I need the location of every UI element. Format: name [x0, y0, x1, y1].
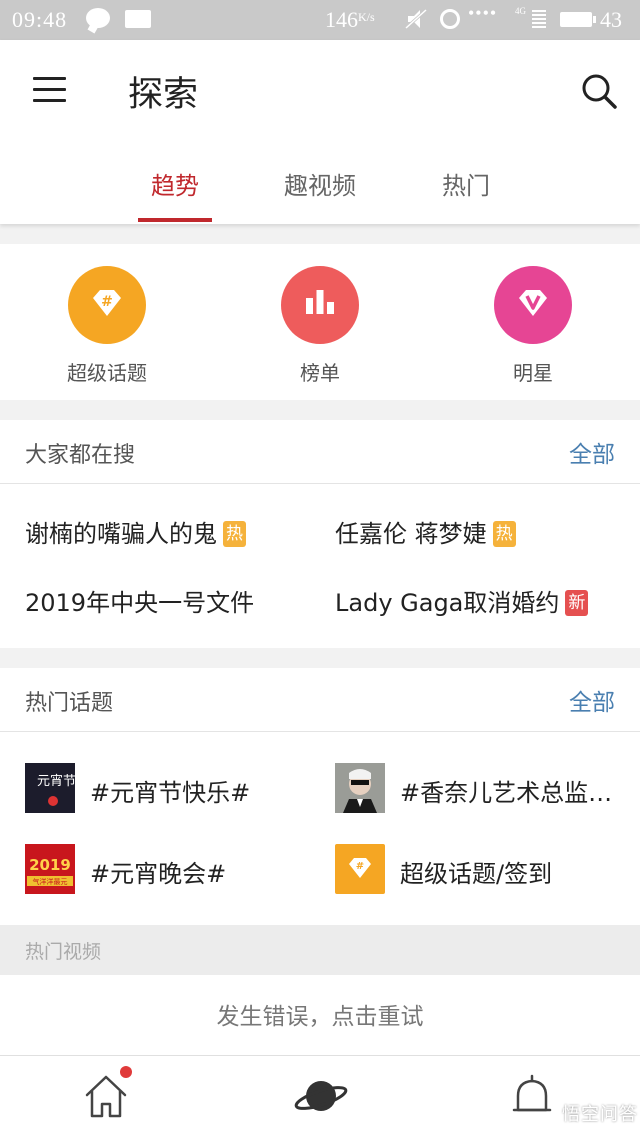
page-title: 探索: [128, 75, 199, 115]
topic-item[interactable]: 2019 气洋洋最元 #元宵晚会#: [25, 844, 305, 894]
tab-trend[interactable]: 趋势: [120, 166, 230, 201]
lantern-festival-thumbnail: 元宵节: [25, 763, 76, 813]
status-bar: 09:48 146K/s •••• 4G 43: [0, 0, 640, 40]
hashtag-diamond-icon: #: [335, 844, 385, 894]
section-title: 热门视频: [25, 941, 102, 963]
svg-text:#: #: [101, 294, 113, 310]
chat-icon: [86, 8, 110, 28]
signal-type: 4G: [515, 6, 526, 16]
hot-videos-header: 热门视频: [0, 925, 640, 975]
battery-percent: 43: [600, 7, 622, 32]
search-icon[interactable]: [580, 72, 618, 110]
svg-text:2019: 2019: [29, 856, 71, 874]
new-badge: 新: [565, 590, 589, 616]
section-title: 大家都在搜: [25, 443, 136, 468]
retry-error-message[interactable]: 发生错误，点击重试: [0, 975, 640, 1055]
tab-hot[interactable]: 热门: [411, 166, 521, 201]
see-all-link[interactable]: 全部: [569, 435, 615, 469]
search-item[interactable]: 任嘉伦 蒋梦婕热: [335, 514, 516, 549]
celebrity-label: 明星: [513, 361, 553, 385]
battery-icon: [560, 12, 596, 27]
hashtag-diamond-icon: #: [68, 266, 146, 344]
watermark: 悟空问答: [562, 1104, 638, 1125]
svg-text:元宵节: 元宵节: [37, 773, 75, 789]
super-topic-entry[interactable]: # 超级话题: [37, 266, 177, 386]
svg-text:气洋洋最元: 气洋洋最元: [33, 877, 68, 886]
topic-label: #元宵晚会#: [90, 860, 227, 888]
search-item[interactable]: 谢楠的嘴骗人的鬼热: [25, 514, 246, 549]
header: 探索 趋势 趣视频 热门: [0, 40, 640, 224]
section-title: 热门话题: [25, 691, 114, 716]
v-diamond-icon: [494, 266, 572, 344]
sd-card-icon: [125, 10, 151, 28]
svg-text:#: #: [356, 861, 364, 872]
ranking-entry[interactable]: 榜单: [250, 266, 390, 386]
bar-chart-icon: [281, 266, 359, 344]
ranking-label: 榜单: [300, 361, 340, 385]
topic-item[interactable]: # 超级话题/签到: [335, 844, 615, 894]
section-header: 热门话题 全部: [0, 668, 640, 732]
more-notifications-icon: ••••: [468, 3, 498, 23]
trending-search-section: 大家都在搜 全部 谢楠的嘴骗人的鬼热 任嘉伦 蒋梦婕热 2019年中央一号文件 …: [0, 420, 640, 648]
super-topic-label: 超级话题: [67, 361, 147, 385]
person-sunglasses-thumbnail: [335, 763, 385, 813]
bottom-nav: [0, 1055, 640, 1138]
2019-gala-thumbnail: 2019 气洋洋最元: [25, 844, 75, 894]
search-item[interactable]: Lady Gaga取消婚约新: [335, 583, 589, 618]
celebrity-entry[interactable]: 明星: [463, 266, 603, 386]
tab-fun-video[interactable]: 趣视频: [265, 166, 375, 201]
section-header: 大家都在搜 全部: [0, 420, 640, 484]
notification-dot: [120, 1066, 132, 1078]
search-item[interactable]: 2019年中央一号文件: [25, 583, 254, 618]
active-tab-indicator: [138, 218, 212, 222]
network-speed: 146K/s: [325, 7, 375, 32]
see-all-link[interactable]: 全部: [569, 683, 615, 717]
signal-icon: [532, 10, 546, 28]
topic-label: 超级话题/签到: [400, 860, 553, 888]
topic-label: #元宵节快乐#: [90, 779, 251, 807]
topic-label: #香奈儿艺术总监…: [400, 779, 613, 807]
planet-icon[interactable]: [293, 1068, 349, 1124]
hot-badge: 热: [492, 521, 516, 547]
quick-entries: # 超级话题 榜单 明星: [0, 244, 640, 400]
tab-bar: 趋势 趣视频 热门: [0, 156, 640, 224]
hot-topics-section: 热门话题 全部 元宵节 #元宵节快乐# #香奈儿艺术总监… 2019 气洋洋最元…: [0, 668, 640, 925]
alarm-icon: [440, 9, 460, 29]
topic-item[interactable]: #香奈儿艺术总监…: [335, 763, 625, 813]
hot-badge: 热: [223, 521, 246, 547]
topic-item[interactable]: 元宵节 #元宵节快乐#: [25, 763, 305, 813]
status-time: 09:48: [12, 7, 68, 32]
bell-icon[interactable]: [504, 1068, 560, 1124]
menu-icon[interactable]: [33, 77, 66, 103]
mute-icon: [404, 8, 428, 30]
